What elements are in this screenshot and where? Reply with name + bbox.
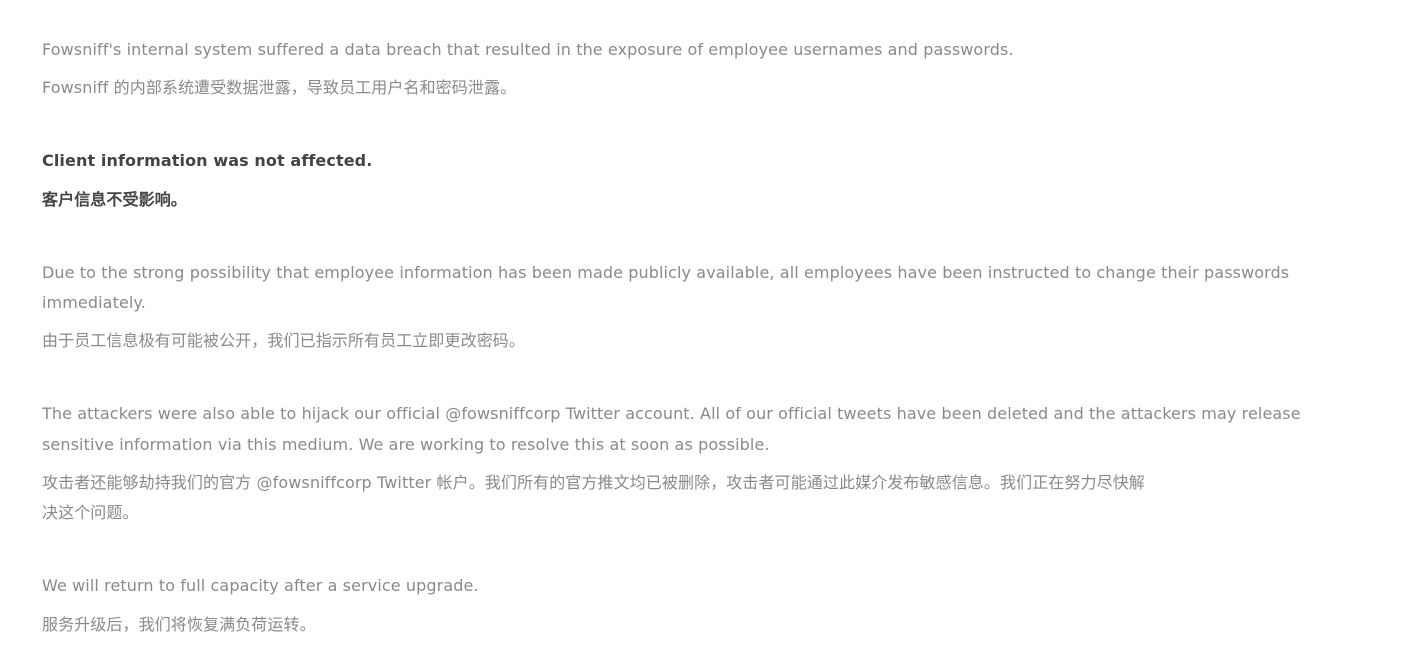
password-change-text-zh: 由于员工信息极有可能被公开，我们已指示所有员工立即更改密码。 bbox=[42, 331, 526, 350]
password-change-text-en-line2: immediately. bbox=[42, 293, 146, 312]
service-upgrade-text-en: We will return to full capacity after a … bbox=[42, 576, 479, 595]
breach-text-en: Fowsniff's internal system suffered a da… bbox=[42, 40, 1014, 59]
twitter-hijack-text-en-line1: The attackers were also able to hijack o… bbox=[42, 404, 1301, 423]
twitter-hijack-text-zh-line1: 攻击者还能够劫持我们的官方 @fowsniffcorp Twitter 帐户。我… bbox=[42, 473, 1145, 492]
password-change-text-en-line1: Due to the strong possibility that emplo… bbox=[42, 263, 1290, 282]
client-info-text-en: Client information was not affected. bbox=[42, 151, 373, 170]
client-info-text-zh: 客户信息不受影响。 bbox=[42, 190, 187, 209]
twitter-hijack-text-en-line2: sensitive information via this medium. W… bbox=[42, 435, 770, 454]
breach-text-zh: Fowsniff 的内部系统遭受数据泄露，导致员工用户名和密码泄露。 bbox=[42, 78, 517, 97]
twitter-hijack-text-zh-line2: 决这个问题。 bbox=[42, 503, 139, 522]
service-upgrade-text-zh: 服务升级后，我们将恢复满负荷运转。 bbox=[42, 615, 316, 634]
